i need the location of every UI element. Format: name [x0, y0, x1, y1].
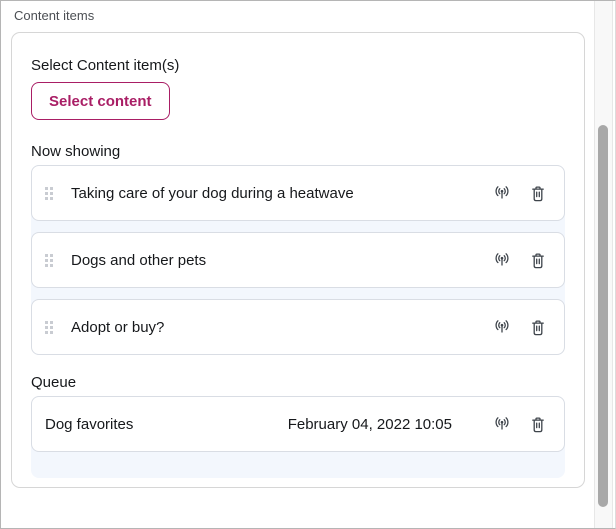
content-item-row: Adopt or buy? — [31, 299, 565, 355]
scrollbar[interactable] — [594, 1, 613, 528]
drag-handle-icon[interactable] — [45, 321, 53, 334]
broadcast-icon[interactable] — [492, 414, 512, 434]
select-content-label: Select Content item(s) — [31, 58, 565, 74]
content-items-section: Content items Select Content item(s) Sel… — [0, 0, 616, 529]
drag-handle-icon[interactable] — [45, 254, 53, 267]
select-content-button[interactable]: Select content — [31, 82, 170, 120]
section-label: Content items — [14, 9, 615, 23]
row-actions — [492, 183, 548, 203]
broadcast-icon[interactable] — [492, 250, 512, 270]
delete-icon[interactable] — [528, 414, 548, 434]
queue-list: Dog favorites February 04, 2022 10:05 — [31, 396, 565, 478]
row-actions — [492, 414, 548, 434]
content-item-title: Taking care of your dog during a heatwav… — [71, 185, 492, 202]
content-item-title: Dogs and other pets — [71, 252, 492, 269]
queue-item-row: Dog favorites February 04, 2022 10:05 — [31, 396, 565, 452]
content-item-row: Taking care of your dog during a heatwav… — [31, 165, 565, 221]
delete-icon[interactable] — [528, 250, 548, 270]
scrollbar-thumb[interactable] — [598, 125, 608, 507]
row-actions — [492, 317, 548, 337]
delete-icon[interactable] — [528, 317, 548, 337]
queue-heading: Queue — [31, 374, 565, 391]
row-actions — [492, 250, 548, 270]
broadcast-icon[interactable] — [492, 317, 512, 337]
content-items-panel: Select Content item(s) Select content No… — [11, 32, 585, 488]
broadcast-icon[interactable] — [492, 183, 512, 203]
queue-item-datetime: February 04, 2022 10:05 — [288, 416, 452, 433]
content-item-title: Adopt or buy? — [71, 319, 492, 336]
delete-icon[interactable] — [528, 183, 548, 203]
queue-item-title: Dog favorites — [45, 416, 288, 433]
now-showing-list: Taking care of your dog during a heatwav… — [31, 165, 565, 355]
drag-handle-icon[interactable] — [45, 187, 53, 200]
now-showing-heading: Now showing — [31, 143, 565, 160]
content-item-row: Dogs and other pets — [31, 232, 565, 288]
